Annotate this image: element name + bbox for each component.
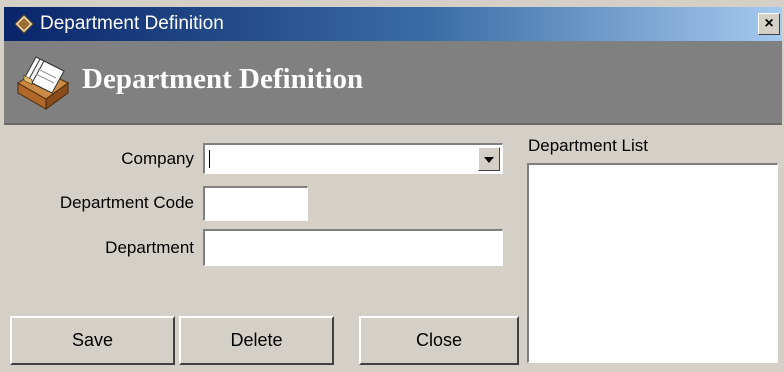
department-code-input[interactable] [203, 186, 308, 221]
chevron-down-icon [484, 157, 494, 163]
department-code-label: Department Code [59, 193, 194, 212]
delete-button[interactable]: Delete [179, 316, 334, 365]
save-button-label: Save [71, 330, 114, 350]
company-label: Company [121, 149, 194, 168]
window-title: Department Definition [40, 13, 224, 34]
department-list-label: Department List [528, 136, 648, 155]
close-window-button[interactable]: × [758, 13, 780, 35]
save-button[interactable]: Save [10, 316, 175, 365]
department-label: Department [105, 238, 194, 257]
company-dropdown-button[interactable] [478, 147, 500, 171]
department-listbox[interactable] [527, 163, 778, 363]
card-file-box-icon [17, 56, 69, 110]
close-icon: × [764, 15, 774, 32]
company-dropdown[interactable] [203, 143, 503, 174]
text-caret [209, 150, 210, 168]
title-bar[interactable]: Department Definition × [4, 7, 782, 41]
close-button-label: Close [415, 330, 463, 350]
page-title: Department Definition [82, 63, 364, 95]
delete-button-label: Delete [230, 330, 283, 350]
close-button[interactable]: Close [359, 316, 519, 365]
department-input[interactable] [203, 229, 503, 266]
header-banner: Department Definition [4, 41, 782, 125]
app-icon [14, 14, 34, 34]
department-definition-window: Department Definition × Department Defin… [0, 0, 784, 372]
